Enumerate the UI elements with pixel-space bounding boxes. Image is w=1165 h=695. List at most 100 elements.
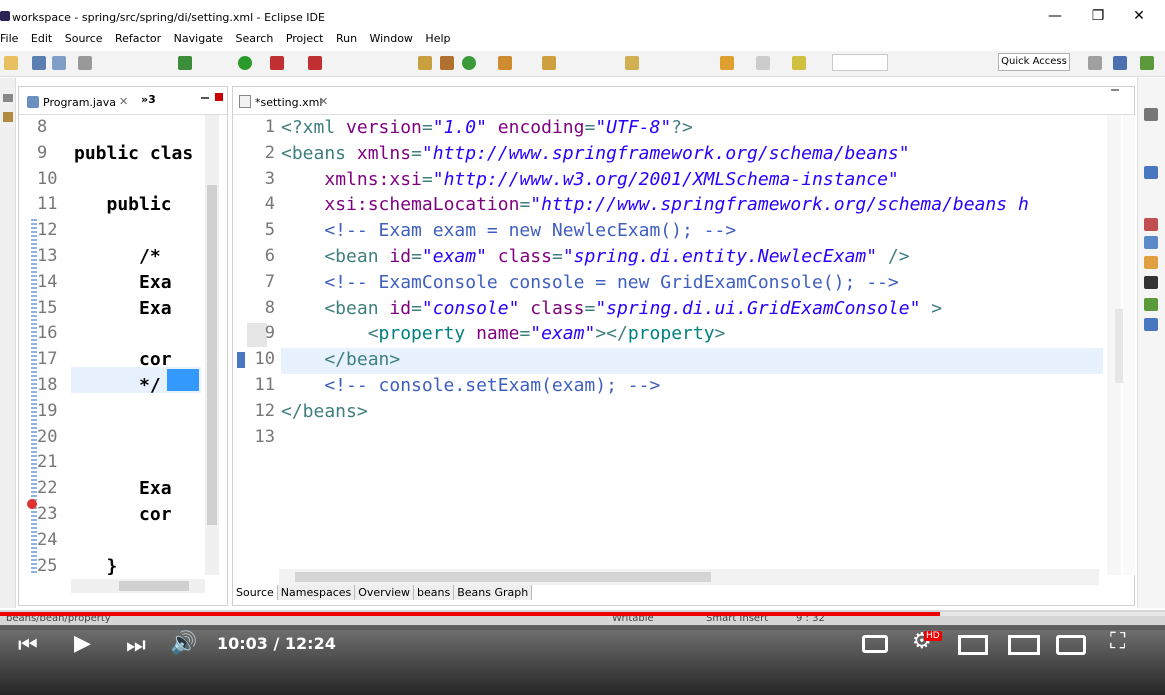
toolbar-combo[interactable]: [832, 54, 888, 71]
external-tools-icon[interactable]: [270, 56, 284, 70]
menu-run[interactable]: Run: [336, 32, 357, 45]
java-perspective-icon[interactable]: [1113, 56, 1127, 70]
back-icon[interactable]: [720, 56, 734, 70]
console-icon[interactable]: [1144, 276, 1158, 289]
code-token: />: [877, 246, 910, 267]
quick-access-field[interactable]: Quick Access: [998, 53, 1070, 71]
captions-icon[interactable]: [862, 635, 888, 653]
tab-setting-xml[interactable]: *setting.xml: [255, 96, 322, 109]
progress-icon[interactable]: [1144, 298, 1158, 311]
spring-perspective-icon[interactable]: [1140, 56, 1154, 70]
code-token: =: [551, 246, 563, 267]
tab-overflow[interactable]: »3: [141, 93, 156, 106]
subtab-namespaces[interactable]: Namespaces: [277, 585, 356, 600]
close-button[interactable]: ✕: [1117, 4, 1161, 28]
hd-badge: HD: [924, 631, 942, 641]
next-annotation-icon[interactable]: [625, 56, 639, 70]
subtab-overview[interactable]: Overview: [355, 585, 415, 600]
save-icon[interactable]: [32, 56, 46, 70]
line-number: 2: [264, 142, 275, 163]
new-class-icon[interactable]: [462, 56, 476, 70]
overview-ruler: [1123, 115, 1135, 575]
code-line: <bean id="console" class="spring.di.ui.G…: [281, 298, 942, 319]
open-type-icon[interactable]: [498, 56, 512, 70]
subtab-beans-graph[interactable]: Beans Graph: [454, 585, 533, 600]
forward-icon[interactable]: [756, 56, 770, 70]
java-code-area[interactable]: 8 9 public clas 10 11 public 12 13 /* 14 Exa 15 …: [19, 115, 229, 575]
fullscreen-icon[interactable]: ⛶: [1110, 629, 1125, 654]
menu-source[interactable]: Source: [65, 32, 103, 45]
javadoc-icon[interactable]: [1144, 236, 1158, 249]
theater-mode-icon[interactable]: [1008, 635, 1040, 655]
subtab-source[interactable]: Source: [233, 585, 278, 600]
tab-close-icon[interactable]: ✕: [119, 95, 128, 108]
code-line: </bean>: [281, 349, 400, 370]
code-line: public clas: [74, 142, 194, 164]
menu-navigate[interactable]: Navigate: [174, 32, 223, 45]
new-java-project-icon[interactable]: [418, 56, 432, 70]
minimize-icon[interactable]: [201, 97, 209, 99]
code-token: ?>: [671, 117, 693, 138]
menu-file[interactable]: File: [0, 32, 18, 45]
print-icon[interactable]: [78, 56, 92, 70]
previous-icon[interactable]: ⏮: [18, 633, 38, 658]
run-icon[interactable]: [238, 56, 252, 70]
menu-refactor[interactable]: Refactor: [115, 32, 161, 45]
code-token: <bean: [281, 297, 390, 319]
search-icon[interactable]: [542, 56, 556, 70]
menu-search[interactable]: Search: [236, 32, 274, 45]
right-trim-stack: [1137, 78, 1165, 608]
code-token: property: [627, 323, 715, 345]
play-icon[interactable]: ▶: [74, 631, 91, 656]
restore-view-icon[interactable]: [3, 94, 13, 102]
new-package-icon[interactable]: [440, 56, 454, 70]
miniplayer-icon[interactable]: [958, 635, 988, 655]
outline-icon[interactable]: [1144, 108, 1158, 121]
code-token: "console": [421, 297, 520, 319]
code-line: <!-- Exam exam = new NewlecExam(); -->: [281, 220, 736, 241]
new-icon[interactable]: [4, 56, 18, 70]
menu-bar: File Edit Source Refactor Navigate Searc…: [0, 32, 1165, 50]
problems-icon[interactable]: [1144, 218, 1158, 231]
menu-project[interactable]: Project: [286, 32, 324, 45]
code-token: property: [378, 323, 466, 345]
code-token: <bean: [281, 246, 390, 267]
xml-editor-tabbar: *setting.xml ✕: [233, 87, 1134, 115]
maximize-icon[interactable]: [215, 93, 223, 101]
code-token: name: [476, 323, 520, 345]
declaration-icon[interactable]: [1144, 256, 1158, 269]
cast-icon[interactable]: [1056, 635, 1086, 655]
task-list-icon[interactable]: [1144, 166, 1158, 179]
debug-icon[interactable]: [178, 56, 192, 70]
open-perspective-icon[interactable]: [1088, 56, 1102, 70]
code-token: =: [584, 297, 596, 319]
code-token: "http://www.springframework.org/schema/b…: [421, 142, 910, 164]
menu-edit[interactable]: Edit: [31, 32, 52, 45]
volume-icon[interactable]: 🔊: [170, 631, 197, 656]
pin-icon[interactable]: [792, 56, 806, 70]
xml-code-area[interactable]: 1 <?xml version="1.0" encoding="UTF-8"?> 2…: [233, 115, 1103, 575]
line-number: 25: [37, 555, 58, 575]
editor-minimize-icon[interactable]: [1111, 89, 1119, 91]
next-icon[interactable]: ⏭: [126, 633, 146, 658]
tab-close-icon[interactable]: ✕: [319, 95, 328, 108]
menu-window[interactable]: Window: [370, 32, 413, 45]
restore-button[interactable]: ❐: [1076, 4, 1120, 28]
tab-program-java[interactable]: Program.java: [43, 96, 116, 109]
horizontal-scroll-thumb[interactable]: [119, 581, 189, 591]
subtab-beans[interactable]: beans: [414, 585, 455, 600]
menu-help[interactable]: Help: [425, 32, 450, 45]
servers-icon[interactable]: [1144, 318, 1158, 331]
code-token: =: [519, 194, 531, 216]
code-line: <?xml version="1.0" encoding="UTF-8"?>: [281, 117, 693, 138]
code-token: >: [920, 297, 943, 319]
horizontal-scroll-thumb[interactable]: [295, 572, 711, 582]
package-explorer-icon[interactable]: [3, 112, 13, 122]
minimize-button[interactable]: —: [1033, 4, 1077, 28]
line-number: 15: [37, 297, 58, 318]
save-all-icon[interactable]: [52, 56, 66, 70]
coverage-icon[interactable]: [308, 56, 322, 70]
vertical-scroll-thumb[interactable]: [207, 185, 217, 525]
java-editor-tabbar: Program.java ✕ »3: [19, 87, 227, 115]
